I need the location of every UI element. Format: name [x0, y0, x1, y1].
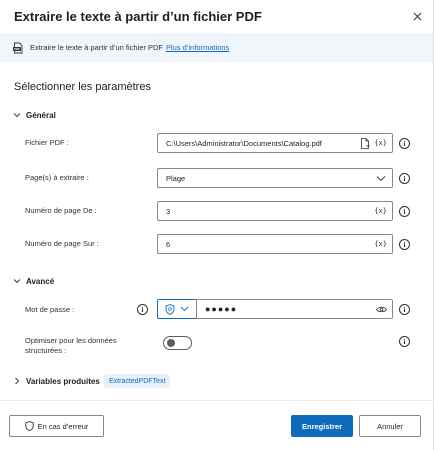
group-general-toggle[interactable]: Général: [12, 110, 56, 120]
group-general-label: Général: [26, 110, 56, 120]
chevron-down-icon: [180, 306, 189, 312]
password-input[interactable]: ●●●●●: [196, 299, 393, 319]
group-variables-label: Variables produites: [26, 376, 100, 386]
pages-info-icon[interactable]: i: [399, 173, 410, 184]
pages-value: Plage: [166, 173, 186, 183]
select-file-button[interactable]: [360, 137, 371, 149]
insert-variable-button[interactable]: {x}: [374, 139, 387, 147]
more-info-link[interactable]: Plus d’informations: [166, 43, 229, 52]
pdf-file-value: C:\Users\Administrator\Documents\Catalog…: [166, 138, 322, 148]
chevron-down-icon: [13, 279, 21, 284]
password-info-icon[interactable]: i: [399, 304, 410, 315]
pages-label: Page(s) à extraire :: [25, 173, 89, 182]
chevron-down-icon: [13, 113, 21, 118]
page-to-input[interactable]: 6 {x}: [157, 234, 393, 254]
shield-icon: [165, 303, 175, 315]
group-advanced-label: Avancé: [26, 276, 55, 286]
produced-variable-tag[interactable]: ExtractedPDFText: [104, 374, 171, 388]
password-mode-info-icon[interactable]: i: [137, 304, 148, 315]
extract-text-pdf-dialog: Extraire le texte à partir d’un fichier …: [0, 0, 434, 450]
page-to-info-icon[interactable]: i: [399, 239, 410, 250]
pages-dropdown[interactable]: Plage: [157, 168, 393, 188]
footer-divider: [0, 400, 434, 401]
save-button[interactable]: Enregistrer: [291, 415, 353, 437]
pdf-file-input[interactable]: C:\Users\Administrator\Documents\Catalog…: [157, 133, 393, 153]
cancel-button[interactable]: Annuler: [359, 415, 421, 437]
reveal-password-button[interactable]: [376, 306, 387, 313]
on-error-label: En cas d’erreur: [37, 421, 89, 431]
optimize-info-icon[interactable]: i: [399, 336, 410, 347]
file-icon: [361, 137, 371, 149]
banner-description: Extraire le texte à partir d’un fichier …: [30, 43, 163, 52]
close-button[interactable]: [407, 6, 427, 26]
optimize-label-line2: structurées :: [25, 346, 67, 355]
pdf-file-info-icon[interactable]: i: [399, 138, 410, 149]
pdf-file-icon: PDF: [13, 42, 23, 53]
dialog-title: Extraire le texte à partir d’un fichier …: [14, 9, 262, 24]
password-label: Mot de passe :: [25, 305, 75, 314]
page-to-value: 6: [166, 239, 171, 249]
section-title: Sélectionner les paramètres: [14, 81, 151, 93]
pdf-file-label: Fichier PDF :: [25, 138, 69, 147]
info-banner: PDF Extraire le texte à partir d’un fich…: [0, 33, 434, 62]
password-type-dropdown[interactable]: [157, 299, 197, 319]
insert-variable-button[interactable]: {x}: [374, 240, 387, 248]
page-to-label: Numéro de page Sur :: [25, 239, 99, 248]
shield-icon: [24, 421, 34, 431]
toggle-knob: [167, 339, 175, 347]
password-value: ●●●●●: [205, 304, 238, 314]
optimize-toggle[interactable]: [163, 336, 192, 350]
chevron-right-icon: [15, 377, 20, 385]
on-error-button[interactable]: En cas d’erreur: [9, 415, 104, 437]
svg-text:PDF: PDF: [14, 47, 20, 51]
eye-icon: [376, 306, 387, 312]
chevron-down-icon: [376, 175, 386, 181]
group-advanced-toggle[interactable]: Avancé: [12, 276, 54, 286]
page-from-label: Numéro de page De :: [25, 206, 97, 215]
page-from-input[interactable]: 3 {x}: [157, 201, 393, 221]
optimize-label-line1: Optimiser pour les données: [25, 336, 117, 345]
group-variables-toggle[interactable]: Variables produites: [12, 376, 100, 386]
page-from-value: 3: [166, 206, 171, 216]
page-from-info-icon[interactable]: i: [399, 206, 410, 217]
insert-variable-button[interactable]: {x}: [374, 207, 387, 215]
close-icon: [413, 12, 421, 20]
